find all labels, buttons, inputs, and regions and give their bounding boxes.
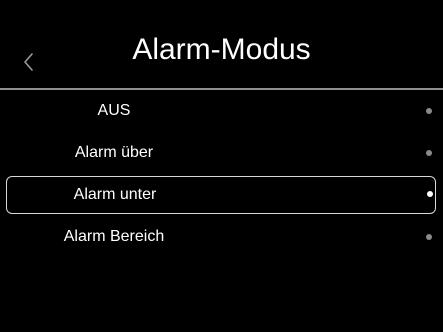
menu-item-label: Alarm unter bbox=[73, 186, 157, 203]
menu-item-aus[interactable]: AUS bbox=[6, 92, 436, 130]
radio-dot-icon bbox=[426, 108, 432, 114]
menu-item-label: AUS bbox=[97, 102, 131, 119]
menu-item-label: Alarm über bbox=[74, 144, 154, 161]
menu-item-alarm-ueber[interactable]: Alarm über bbox=[6, 134, 436, 172]
menu-item-alarm-unter[interactable]: Alarm unter bbox=[6, 176, 436, 214]
header-divider bbox=[0, 88, 443, 90]
page-title: Alarm-Modus bbox=[132, 33, 311, 66]
header: Alarm-Modus bbox=[0, 0, 443, 88]
radio-dot-selected-icon bbox=[427, 191, 433, 197]
radio-dot-icon bbox=[426, 150, 432, 156]
menu-item-alarm-bereich[interactable]: Alarm Bereich bbox=[6, 218, 436, 256]
radio-dot-icon bbox=[426, 234, 432, 240]
menu-item-label: Alarm Bereich bbox=[63, 228, 165, 245]
